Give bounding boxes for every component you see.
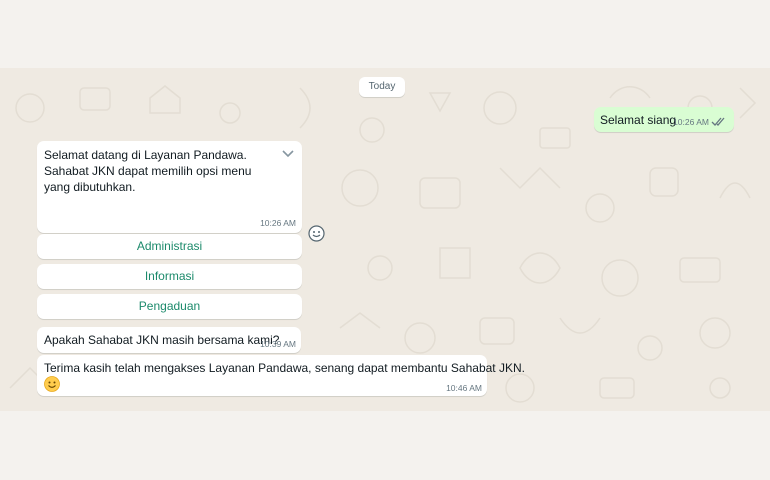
menu-button-administrasi[interactable]: Administrasi bbox=[37, 234, 302, 259]
message-text: Selamat siang bbox=[600, 113, 677, 127]
emoji-reaction-icon[interactable] bbox=[308, 225, 325, 242]
message-text: Apakah Sahabat JKN masih bersama kami? bbox=[44, 333, 280, 347]
message-time: 10:26 AM bbox=[673, 117, 709, 127]
message-text: Selamat datang di Layanan Pandawa. Sahab… bbox=[44, 147, 264, 195]
welcome-message[interactable]: Selamat datang di Layanan Pandawa. Sahab… bbox=[37, 141, 302, 233]
double-check-icon bbox=[711, 117, 725, 126]
message-time: 10:26 AM bbox=[260, 218, 296, 228]
date-separator: Today bbox=[359, 77, 405, 97]
message-time: 10:39 AM bbox=[260, 339, 296, 349]
chevron-down-icon[interactable] bbox=[282, 150, 294, 158]
welcome-line-1: Selamat datang di Layanan Pandawa. bbox=[44, 148, 247, 162]
outgoing-message[interactable]: Selamat siang 10:26 AM bbox=[594, 107, 734, 132]
welcome-line-2: Sahabat JKN dapat memilih opsi menu yang… bbox=[44, 164, 252, 194]
smiling-face-emoji bbox=[44, 376, 60, 392]
thanks-message[interactable]: Terima kasih telah mengakses Layanan Pan… bbox=[37, 355, 525, 396]
menu-button-pengaduan[interactable]: Pengaduan bbox=[37, 294, 302, 319]
message-time: 10:46 AM bbox=[446, 383, 482, 393]
menu-button-informasi[interactable]: Informasi bbox=[37, 264, 302, 289]
message-text: Terima kasih telah mengakses Layanan Pan… bbox=[44, 361, 525, 375]
chat-area: Today Selamat siang 10:26 AM Selamat dat… bbox=[0, 68, 770, 411]
question-message[interactable]: Apakah Sahabat JKN masih bersama kami? 1… bbox=[37, 327, 301, 353]
